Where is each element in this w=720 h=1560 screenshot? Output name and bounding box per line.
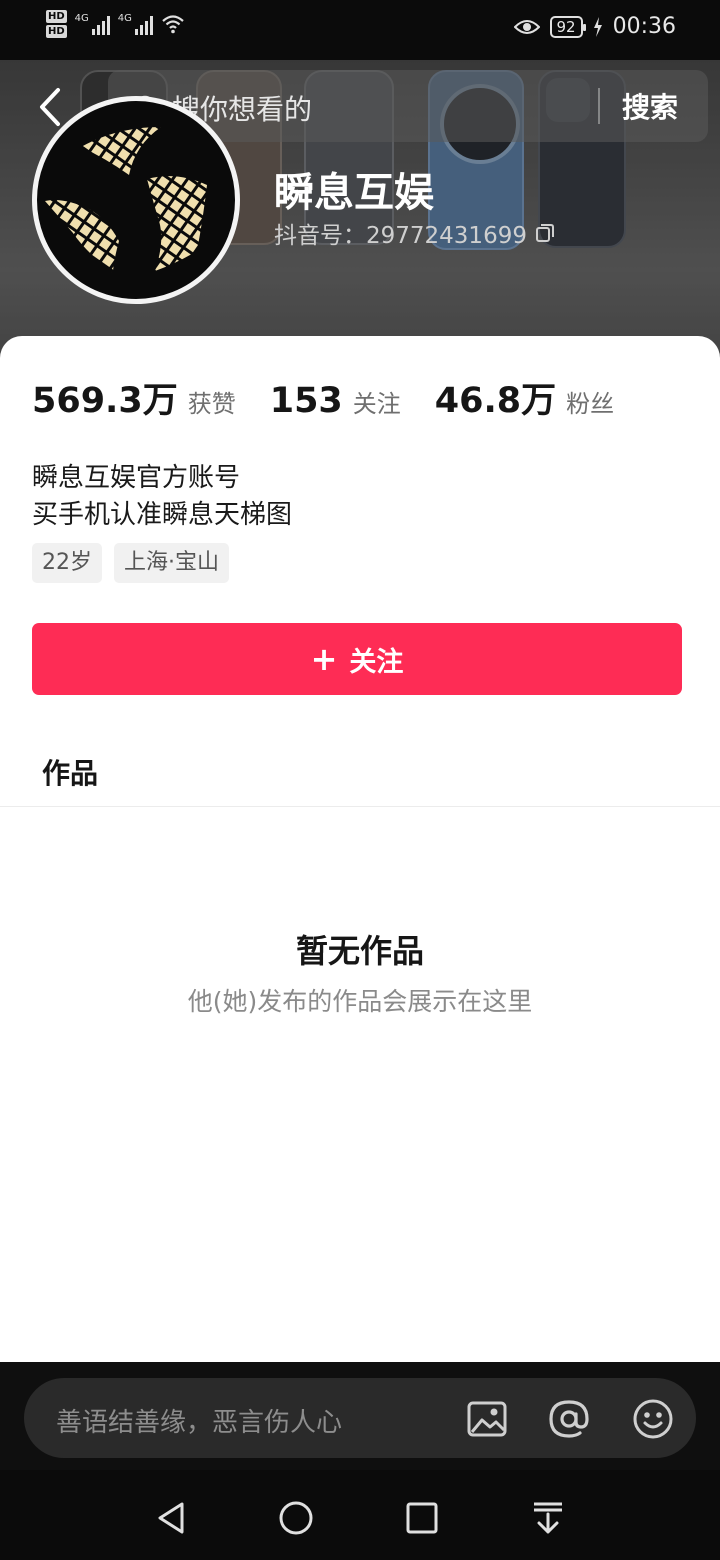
- copy-icon[interactable]: [535, 223, 555, 243]
- network-type-label: 4G: [117, 13, 132, 24]
- at-icon[interactable]: [546, 1396, 592, 1442]
- empty-state-title: 暂无作品: [295, 932, 424, 970]
- battery-indicator: 92: [549, 15, 586, 38]
- empty-state-subtitle: 他(她)发布的作品会展示在这里: [187, 987, 533, 1016]
- profile-card: 569.3万 获赞 153 关注 46.8万 粉丝 瞬息互娱官方账号 买手机认准…: [0, 336, 720, 1362]
- avatar-logo-icon: [45, 127, 207, 273]
- bio-line: 买手机认准瞬息天梯图: [32, 500, 293, 530]
- plus-icon: +: [310, 640, 338, 678]
- nav-download-icon[interactable]: [528, 1498, 568, 1538]
- nav-recent-icon[interactable]: [402, 1498, 442, 1538]
- network-type-label: 4G: [74, 13, 89, 24]
- nav-back-icon[interactable]: [152, 1498, 192, 1538]
- bio: 瞬息互娱官方账号 买手机认准瞬息天梯图: [32, 460, 292, 534]
- douyin-id-text: 抖音号：29772431699: [274, 223, 527, 249]
- eye-icon: [513, 19, 540, 34]
- charging-icon: [593, 16, 602, 37]
- comment-input[interactable]: 善语结善缘，恶言伤人心: [24, 1378, 696, 1458]
- signal-icon: 4G: [118, 13, 153, 35]
- tab-works[interactable]: 作品: [42, 752, 98, 792]
- profile-name: 瞬息互娱: [274, 170, 434, 216]
- clock: 00:36: [612, 14, 676, 39]
- stats-row: 569.3万 获赞 153 关注 46.8万 粉丝: [32, 372, 648, 423]
- status-left: HD HD 4G 4G: [46, 10, 185, 38]
- nav-home-icon[interactable]: [276, 1498, 316, 1538]
- comment-placeholder[interactable]: 善语结善缘，恶言伤人心: [56, 1402, 342, 1439]
- hd-indicators: HD HD: [46, 10, 67, 38]
- avatar[interactable]: [32, 96, 240, 304]
- tab-divider: [0, 806, 720, 807]
- follow-label: 关注: [349, 646, 404, 678]
- likes-label: 获赞: [187, 390, 236, 418]
- followers-label[interactable]: 粉丝: [566, 384, 614, 419]
- status-right: 92 00:36: [513, 14, 676, 39]
- profile-tags: 22岁 上海·宝山: [32, 543, 229, 583]
- hd-badge: HD: [46, 10, 67, 23]
- followers-count[interactable]: 46.8万: [435, 372, 556, 423]
- system-nav-bar: [0, 1470, 720, 1560]
- following-count[interactable]: 153: [270, 381, 343, 421]
- follow-button[interactable]: + 关注: [32, 623, 682, 695]
- douyin-id[interactable]: 抖音号：29772431699: [274, 216, 555, 250]
- search-button[interactable]: 搜索: [622, 86, 678, 126]
- hd-badge: HD: [46, 25, 67, 38]
- image-icon[interactable]: [464, 1396, 510, 1442]
- bio-line: 瞬息互娱官方账号: [32, 463, 241, 493]
- likes-count: 569.3万: [32, 381, 178, 421]
- search-divider: [598, 88, 600, 124]
- signal-icon: 4G: [75, 13, 110, 35]
- wifi-icon: [162, 15, 184, 34]
- emoji-icon[interactable]: [630, 1396, 676, 1442]
- age-tag: 22岁: [32, 543, 102, 583]
- following-label[interactable]: 关注: [353, 384, 401, 419]
- comment-bar: 善语结善缘，恶言伤人心: [0, 1362, 720, 1470]
- status-bar: HD HD 4G 4G 92 00:36: [0, 0, 720, 60]
- location-tag: 上海·宝山: [114, 543, 229, 583]
